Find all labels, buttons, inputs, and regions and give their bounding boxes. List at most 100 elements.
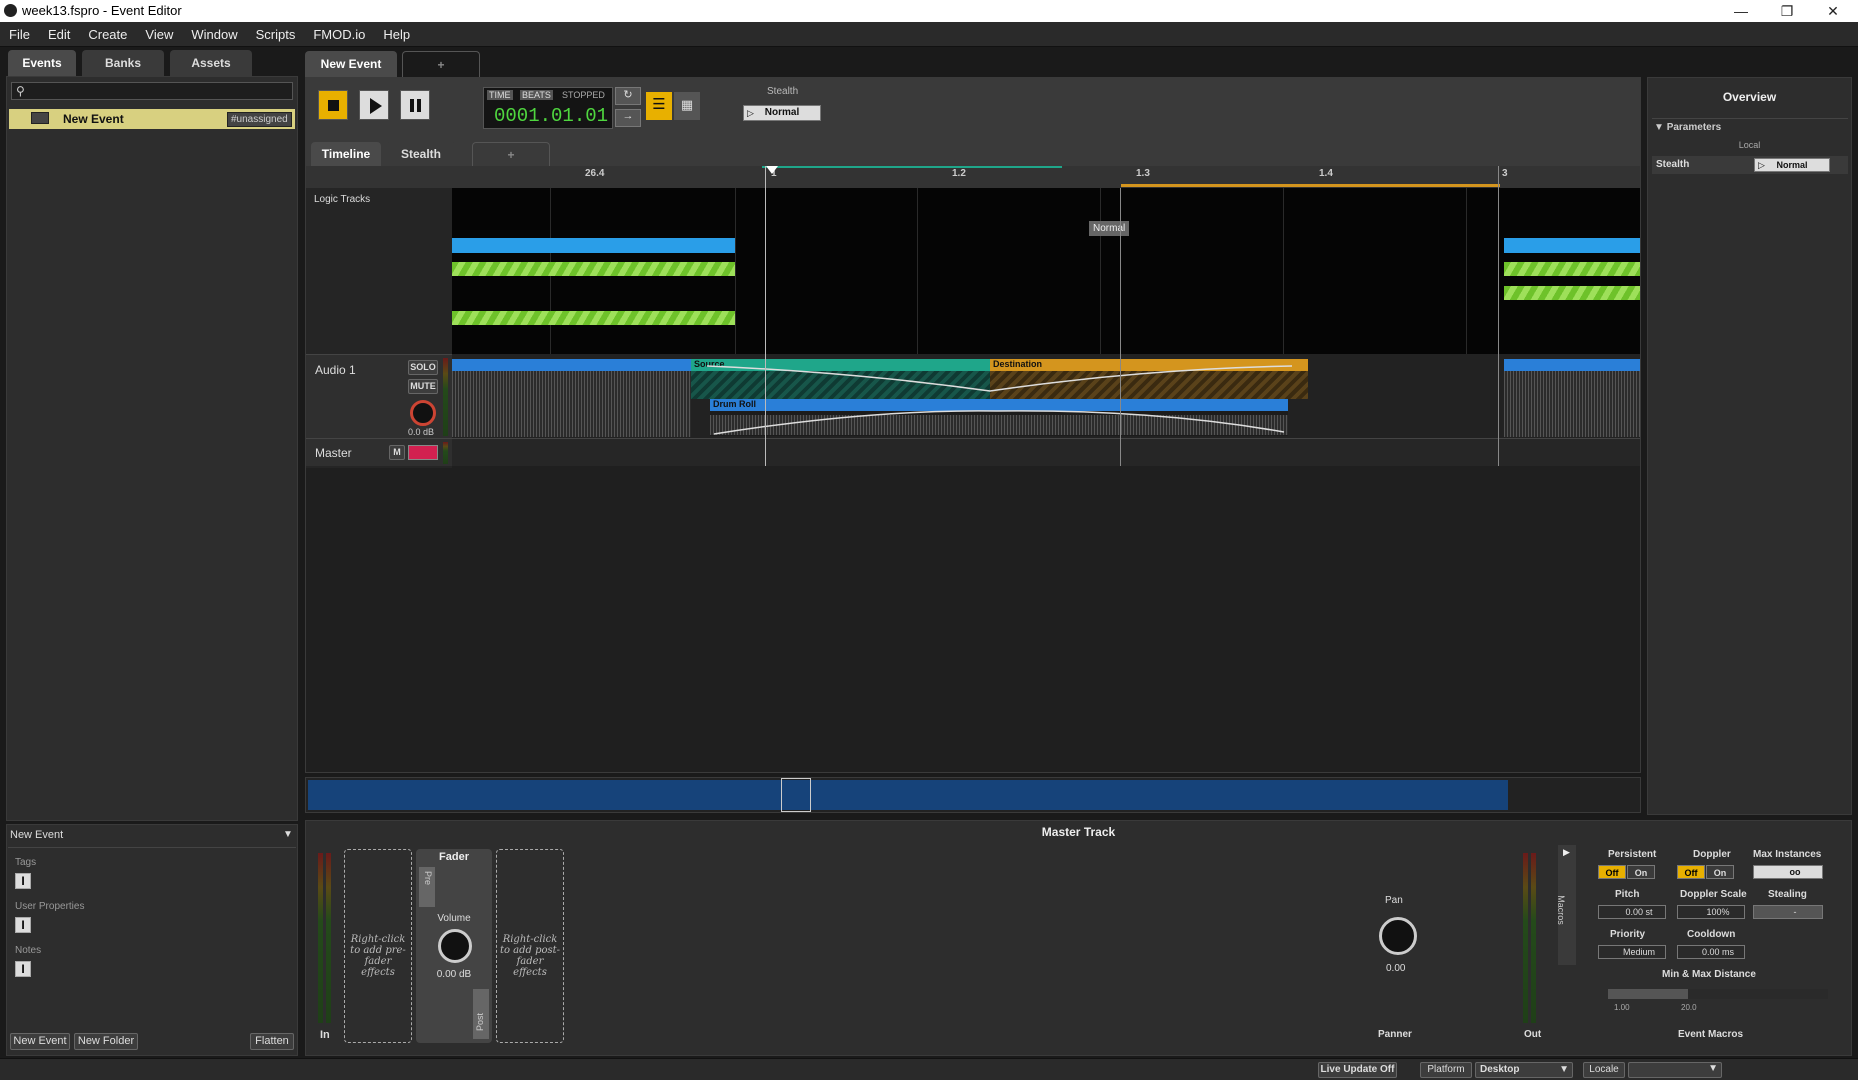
parameter-row[interactable]: Stealth ▷ Normal: [1652, 156, 1848, 174]
logic-track-area[interactable]: Normal: [452, 188, 1640, 354]
tab-banks[interactable]: Banks: [82, 50, 164, 76]
stealing-dropdown[interactable]: -: [1753, 905, 1823, 919]
menu-scripts[interactable]: Scripts: [247, 22, 305, 47]
playhead-marker[interactable]: [766, 166, 778, 174]
live-update-button[interactable]: Live Update Off: [1318, 1062, 1397, 1078]
add-event-tab-button[interactable]: +: [402, 51, 480, 77]
locale-dropdown[interactable]: ▼: [1628, 1062, 1722, 1078]
search-icon: ⚲: [16, 84, 25, 98]
playhead-line: [765, 166, 766, 466]
doppler-on-button[interactable]: On: [1706, 865, 1734, 879]
menu-create[interactable]: Create: [79, 22, 136, 47]
transition-region[interactable]: [1504, 286, 1640, 300]
details-title: New Event: [10, 829, 64, 841]
pause-icon: [410, 99, 414, 112]
mute-button[interactable]: MUTE: [408, 379, 438, 394]
add-sheet-tab-button[interactable]: +: [472, 142, 550, 166]
tab-stealth[interactable]: Stealth: [386, 142, 456, 166]
max-instances-field[interactable]: oo: [1753, 865, 1823, 879]
fader-module[interactable]: Fader Pre Volume 0.00 dB Post: [416, 849, 492, 1043]
list-view-icon[interactable]: ☰: [646, 92, 672, 120]
loop-icon[interactable]: ↻: [615, 87, 641, 105]
destination-marker[interactable]: Normal: [1089, 221, 1130, 236]
cooldown-field[interactable]: 0.00 ms: [1677, 945, 1745, 959]
stealth-param-value[interactable]: ▷ Normal: [743, 105, 821, 121]
master-track-lane[interactable]: [452, 438, 1640, 466]
mute-button[interactable]: M: [389, 445, 405, 460]
restore-icon[interactable]: ❐: [1764, 0, 1810, 22]
priority-field[interactable]: Medium: [1598, 945, 1666, 959]
menu-edit[interactable]: Edit: [39, 22, 79, 47]
follow-icon[interactable]: →: [615, 109, 641, 127]
persistent-on-button[interactable]: On: [1627, 865, 1655, 879]
menu-fmodio[interactable]: FMOD.io: [304, 22, 374, 47]
doppler-off-button[interactable]: Off: [1677, 865, 1705, 879]
platform-dropdown[interactable]: Desktop ▼: [1475, 1062, 1573, 1078]
transition-region[interactable]: [452, 262, 735, 276]
timeline-ruler[interactable]: 26.4 1 1.2 1.3 1.4 3: [306, 166, 1640, 188]
pitch-field[interactable]: 0.00 st: [1598, 905, 1666, 919]
doppler-scale-field[interactable]: 100%: [1677, 905, 1745, 919]
flatten-button[interactable]: Flatten: [250, 1033, 294, 1050]
tab-assets[interactable]: Assets: [170, 50, 252, 76]
level-meter: [443, 442, 448, 464]
track-header[interactable]: Audio 1 SOLO MUTE 0.0 dB: [306, 354, 452, 438]
overview-viewport[interactable]: [781, 778, 811, 812]
text-edit-icon[interactable]: I: [15, 961, 31, 977]
fader-title: Fader: [439, 851, 469, 863]
transition-region[interactable]: [452, 311, 735, 325]
level-meter: [443, 358, 448, 436]
beats-mode-toggle[interactable]: BEATS: [520, 90, 553, 100]
play-icon[interactable]: ▶: [1563, 847, 1570, 858]
pre-label: Pre: [423, 870, 434, 886]
menu-help[interactable]: Help: [374, 22, 419, 47]
minimize-icon[interactable]: —: [1718, 0, 1764, 22]
max-distance-value: 20.0: [1681, 1003, 1697, 1012]
parameter-name: Stealth: [1656, 159, 1690, 170]
loop-region[interactable]: [1504, 238, 1640, 253]
search-input[interactable]: ⚲: [11, 82, 293, 100]
master-track-header[interactable]: Master M: [306, 438, 452, 466]
timeline-overview-strip[interactable]: [305, 777, 1641, 813]
transition-region[interactable]: [1504, 262, 1640, 276]
master-volume-slider[interactable]: [408, 445, 438, 460]
menu-view[interactable]: View: [136, 22, 182, 47]
tab-new-event[interactable]: New Event: [305, 51, 397, 77]
volume-knob[interactable]: [410, 400, 436, 426]
text-edit-icon[interactable]: I: [15, 873, 31, 889]
stop-icon: [328, 100, 339, 111]
persistent-off-button[interactable]: Off: [1598, 865, 1626, 879]
time-mode-toggle[interactable]: TIME: [487, 90, 513, 100]
min-max-distance-label: Min & Max Distance: [1662, 969, 1756, 980]
menu-file[interactable]: File: [0, 22, 39, 47]
chevron-down-icon[interactable]: ▼: [283, 829, 293, 840]
menu-window[interactable]: Window: [182, 22, 246, 47]
audio-track-lane[interactable]: Source Destination Drum Roll: [452, 354, 1640, 438]
text-edit-icon[interactable]: I: [15, 917, 31, 933]
notes-label: Notes: [15, 945, 42, 956]
menu-bar: File Edit Create View Window Scripts FMOD.io He…: [0, 22, 1858, 47]
bank-badge: #unassigned: [227, 112, 292, 127]
tab-events[interactable]: Events: [8, 50, 76, 76]
grid-view-icon[interactable]: ▦: [674, 92, 700, 120]
pan-knob[interactable]: [1379, 917, 1417, 955]
close-icon[interactable]: ✕: [1810, 0, 1856, 22]
fader-volume-knob[interactable]: [438, 929, 472, 963]
pre-fader-effects-slot[interactable]: Right-click to add pre-fader effects: [344, 849, 412, 1043]
macros-tab[interactable]: Macros: [1556, 845, 1576, 965]
list-item[interactable]: New Event #unassigned: [9, 109, 295, 129]
post-fader-effects-slot[interactable]: Right-click to add post-fader effects: [496, 849, 564, 1043]
tags-label: Tags: [15, 857, 37, 868]
play-button[interactable]: [359, 90, 389, 120]
new-event-button[interactable]: New Event: [10, 1033, 70, 1050]
distance-range-slider[interactable]: [1608, 989, 1828, 999]
solo-button[interactable]: SOLO: [408, 360, 438, 375]
parameter-value[interactable]: ▷ Normal: [1754, 158, 1830, 172]
tab-timeline[interactable]: Timeline: [311, 142, 381, 166]
parameters-section[interactable]: ▼ Parameters: [1654, 122, 1721, 133]
new-folder-button[interactable]: New Folder: [74, 1033, 138, 1050]
chevron-down-icon: ▼: [1708, 1063, 1718, 1074]
stop-button[interactable]: [318, 90, 348, 120]
pause-button[interactable]: [400, 90, 430, 120]
loop-region[interactable]: [452, 238, 735, 253]
